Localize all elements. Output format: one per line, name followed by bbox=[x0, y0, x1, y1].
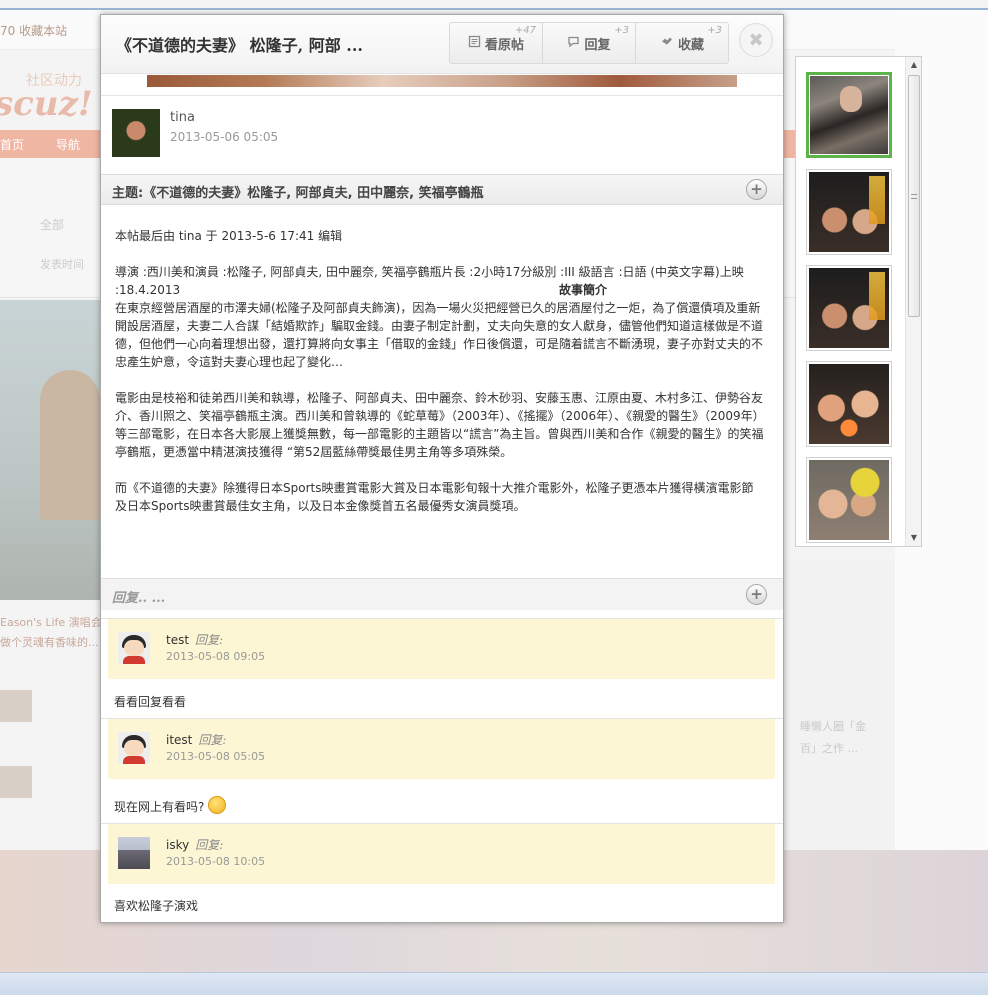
reply-box: itest 回复: 2013-05-08 05:05 bbox=[108, 719, 775, 779]
two-faces-photo bbox=[809, 364, 889, 444]
movie-info-line: 導演 :西川美和演員 :松隆子, 阿部貞夫, 田中麗奈, 笑福亭鶴瓶片長 :2小… bbox=[115, 265, 744, 279]
post-popup: 《不道德的夫妻》 松隆子, 阿部 ... 看原帖 +47 回复 +3 收藏 +3… bbox=[100, 14, 784, 923]
post-subject: 主题:《不道德的夫妻》松隆子, 阿部貞夫, 田中麗奈, 笑福亭鶴瓶 bbox=[112, 186, 484, 201]
post-time: 2013-05-06 05:05 bbox=[170, 130, 279, 144]
reply-item: isky 回复: 2013-05-08 10:05 喜欢松隆子演戏 bbox=[101, 823, 783, 922]
thumbnail-item[interactable] bbox=[806, 169, 892, 255]
favorite-label: 收藏 bbox=[677, 37, 704, 53]
reply-username[interactable]: isky bbox=[166, 838, 189, 852]
reply-tag: 回复: bbox=[195, 633, 224, 647]
woman-sitting-photo bbox=[810, 76, 888, 154]
reply-header-label: 回复.. ... bbox=[112, 591, 166, 606]
background-nav-item: 导航 bbox=[56, 138, 81, 152]
post-content: 本帖最后由 tina 于 2013-5-6 17:41 编辑 導演 :西川美和演… bbox=[115, 227, 765, 515]
view-original-label: 看原帖 bbox=[484, 37, 524, 53]
cartoon-kid-avatar[interactable] bbox=[118, 732, 150, 764]
background-avatar bbox=[0, 766, 32, 798]
reply-user: test 回复: bbox=[166, 631, 223, 648]
background-left-text: 做个灵魂有香味的... bbox=[0, 636, 99, 649]
favorite-count: +3 bbox=[707, 25, 722, 36]
awards-paragraph: 而《不道德的夫妻》除獲得日本Sports映畫賞電影大賞及日本電影旬報十大推介電影… bbox=[115, 481, 754, 513]
story-title: 故事簡介 bbox=[559, 283, 608, 297]
reply-tag: 回复: bbox=[198, 733, 227, 747]
background-band-text: 发表时间 bbox=[40, 258, 84, 271]
thumbnail-item[interactable] bbox=[806, 265, 892, 351]
reply-user: itest 回复: bbox=[166, 731, 226, 748]
movie-info-line: :18.4.2013 bbox=[115, 283, 181, 297]
group-photo-avatar[interactable] bbox=[118, 837, 150, 869]
window-bottom-bar bbox=[0, 972, 988, 995]
author-info: tina 2013-05-06 05:05 bbox=[101, 95, 783, 173]
comment-icon bbox=[567, 35, 580, 51]
story-paragraph: 在東京經營居酒屋的市澤夫婦(松隆子及阿部貞夫飾演)，因為一場火災把經營已久的居酒… bbox=[115, 301, 764, 369]
popup-title: 《不道德的夫妻》 松隆子, 阿部 ... bbox=[116, 36, 363, 55]
reply-button[interactable]: 回复 +3 bbox=[543, 23, 636, 63]
view-original-button[interactable]: 看原帖 +47 bbox=[450, 23, 543, 63]
thumbnail-item[interactable] bbox=[806, 361, 892, 447]
smiley-icon bbox=[208, 796, 227, 814]
reply-item: itest 回复: 2013-05-08 05:05 现在网上有看吗? bbox=[101, 718, 783, 824]
background-left-text: Eason's Life 演唱会 bbox=[0, 616, 102, 629]
background-nav-item: 首页 bbox=[0, 138, 25, 152]
subject-bar: 主题:《不道德的夫妻》松隆子, 阿部貞夫, 田中麗奈, 笑福亭鶴瓶 + bbox=[101, 174, 783, 205]
document-icon bbox=[468, 35, 481, 51]
reply-username[interactable]: itest bbox=[166, 733, 192, 747]
author-avatar[interactable] bbox=[112, 109, 160, 157]
background-avatar bbox=[0, 690, 32, 722]
reply-box: isky 回复: 2013-05-08 10:05 bbox=[108, 824, 775, 884]
reply-item: test 回复: 2013-05-08 09:05 看看回复看看 bbox=[101, 618, 783, 718]
reply-time: 2013-05-08 09:05 bbox=[166, 650, 266, 663]
expand-subject-button[interactable]: + bbox=[746, 179, 767, 200]
scroll-up-arrow-icon[interactable]: ▲ bbox=[906, 57, 921, 73]
background-right-text: 百」之作 ... bbox=[800, 742, 858, 755]
director-paragraph: 電影由是枝裕和徒弟西川美和執導，松隆子、阿部貞夫、田中麗奈、鈴木砂羽、安藤玉惠、… bbox=[115, 391, 765, 459]
thumbnail-panel: ▲ ▼ bbox=[795, 56, 922, 547]
couple-yellow-cap-photo bbox=[809, 460, 889, 540]
reply-text: 喜欢松隆子演戏 bbox=[114, 899, 199, 913]
close-button[interactable]: ✖ bbox=[739, 23, 773, 57]
edit-note: 本帖最后由 tina 于 2013-5-6 17:41 编辑 bbox=[115, 229, 343, 243]
reply-tag: 回复: bbox=[195, 838, 224, 852]
two-men-poster bbox=[809, 172, 889, 252]
reply-time: 2013-05-08 05:05 bbox=[166, 750, 266, 763]
popup-header: 《不道德的夫妻》 松隆子, 阿部 ... 看原帖 +47 回复 +3 收藏 +3… bbox=[101, 15, 783, 74]
two-men-poster bbox=[809, 268, 889, 348]
reply-label: 回复 bbox=[584, 37, 611, 53]
author-name[interactable]: tina bbox=[170, 110, 195, 125]
scrollbar-thumb[interactable] bbox=[908, 75, 920, 317]
background-logo: scuz! bbox=[0, 84, 93, 124]
reply-user: isky 回复: bbox=[166, 836, 223, 853]
scroll-down-arrow-icon[interactable]: ▼ bbox=[906, 530, 921, 546]
thumbnail-item[interactable] bbox=[806, 457, 892, 543]
reply-time: 2013-05-08 10:05 bbox=[166, 855, 266, 868]
reply-box: test 回复: 2013-05-08 09:05 bbox=[108, 619, 775, 679]
background-right-text: 睡懒人圈「金 bbox=[800, 720, 866, 733]
reply-text: 现在网上有看吗? bbox=[114, 800, 205, 814]
cartoon-kid-avatar[interactable] bbox=[118, 632, 150, 664]
reply-text: 看看回复看看 bbox=[114, 695, 187, 709]
thumbnail-item-selected[interactable] bbox=[806, 72, 892, 158]
action-button-group: 看原帖 +47 回复 +3 收藏 +3 bbox=[449, 22, 729, 64]
favorite-button[interactable]: 收藏 +3 bbox=[636, 23, 728, 63]
background-band-text: 全部 bbox=[40, 218, 65, 232]
background-photo bbox=[0, 300, 100, 600]
reply-username[interactable]: test bbox=[166, 633, 189, 647]
reply-header: 回复.. ... + bbox=[101, 578, 783, 610]
add-reply-button[interactable]: + bbox=[746, 584, 767, 605]
view-original-count: +47 bbox=[514, 25, 536, 36]
reply-text-row: 现在网上有看吗? bbox=[114, 796, 227, 815]
reply-count: +3 bbox=[614, 25, 629, 36]
thumbnail-scrollbar[interactable]: ▲ ▼ bbox=[905, 57, 921, 546]
post-image-strip bbox=[147, 75, 737, 87]
favorite-icon bbox=[660, 35, 674, 51]
background-topbar-text: 70 收藏本站 bbox=[0, 24, 68, 38]
